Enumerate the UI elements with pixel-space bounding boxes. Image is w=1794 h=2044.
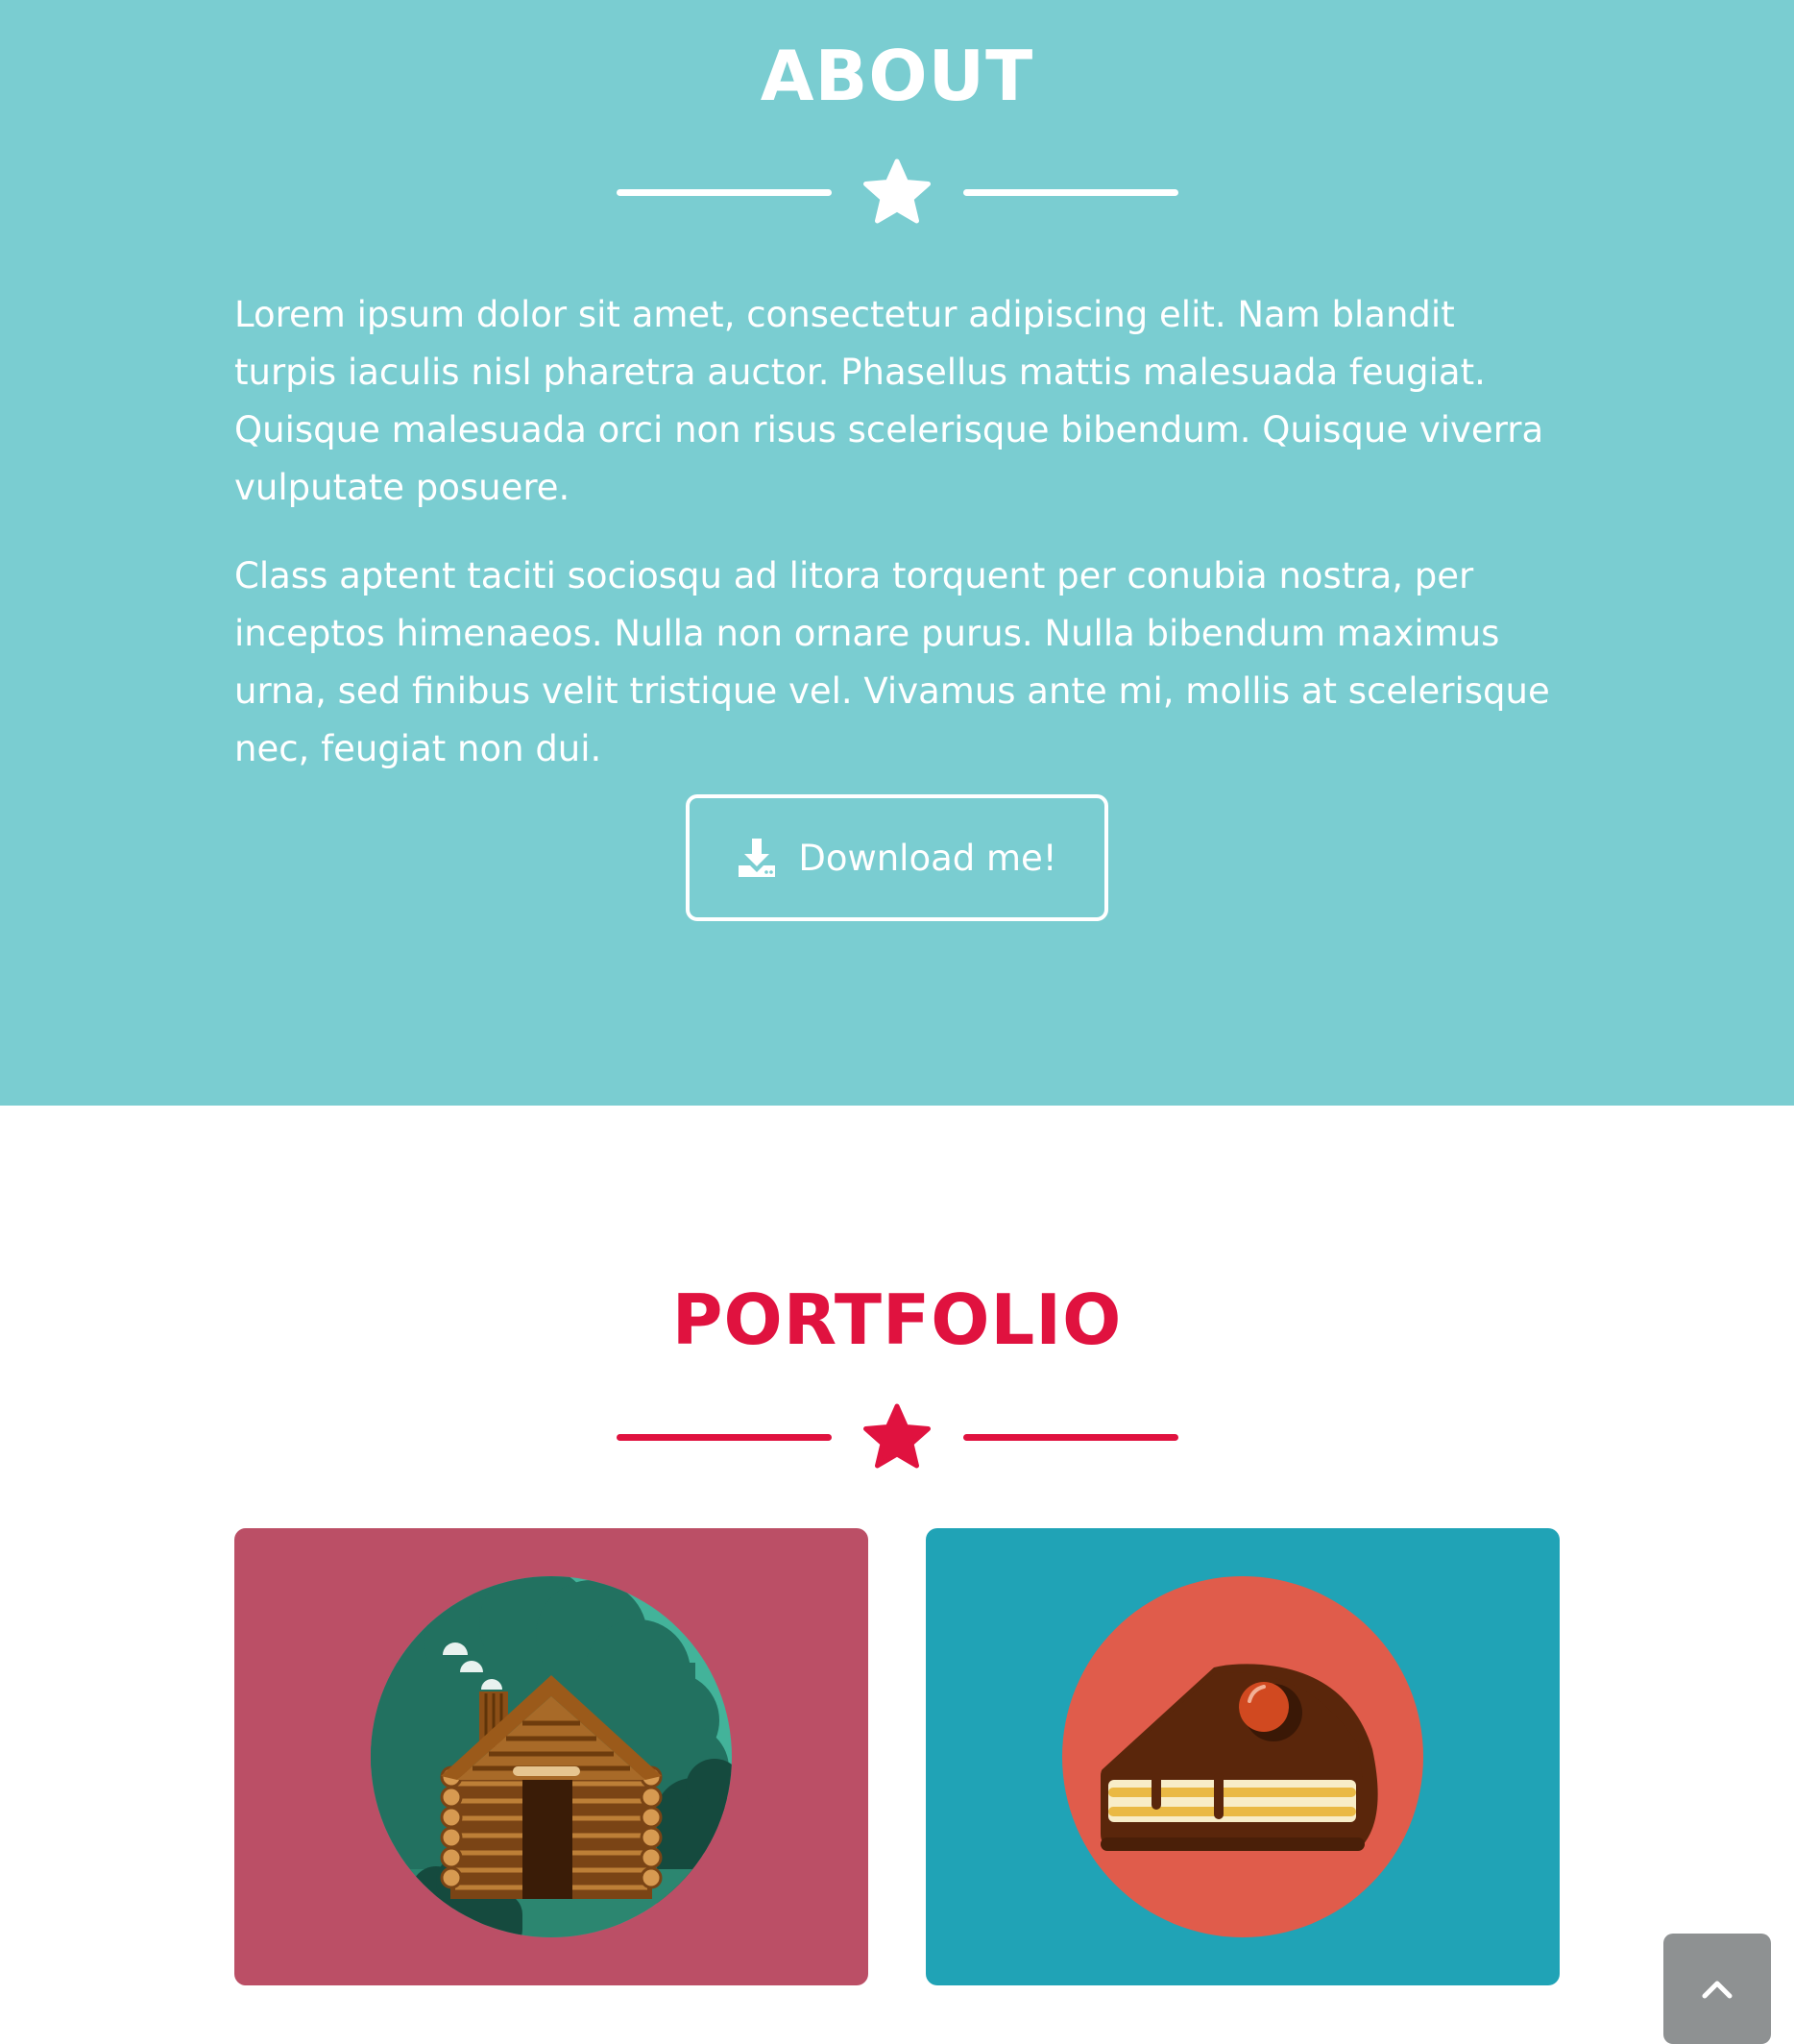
- divider-line-left: [617, 189, 832, 196]
- portfolio-divider: [617, 1403, 1178, 1471]
- about-divider: [617, 158, 1178, 226]
- download-button-label: Download me!: [798, 837, 1057, 879]
- star-icon: [863, 158, 931, 224]
- chevron-up-icon: [1702, 1981, 1733, 1998]
- star-icon: [863, 1403, 931, 1469]
- about-paragraph-2: Class aptent taciti sociosqu ad litora t…: [234, 555, 1550, 769]
- scroll-to-top-button[interactable]: [1663, 1934, 1771, 2044]
- about-title: ABOUT: [760, 36, 1034, 116]
- portfolio-item-cake[interactable]: [926, 1528, 1560, 1985]
- divider-line-left: [617, 1434, 832, 1441]
- portfolio-item-cabin[interactable]: [234, 1528, 868, 1985]
- divider-line-right: [963, 189, 1178, 196]
- log-cabin-illustration: [371, 1576, 732, 1937]
- divider-line-right: [963, 1434, 1178, 1441]
- about-paragraph-1: Lorem ipsum dolor sit amet, consectetur …: [234, 294, 1544, 508]
- cake-slice-illustration: [1062, 1576, 1423, 1937]
- portfolio-title: PORTFOLIO: [671, 1279, 1123, 1360]
- download-button[interactable]: Download me!: [686, 794, 1108, 921]
- about-section: ABOUT Lorem ipsum dolor sit amet, consec…: [0, 0, 1794, 1106]
- download-icon: [739, 839, 776, 877]
